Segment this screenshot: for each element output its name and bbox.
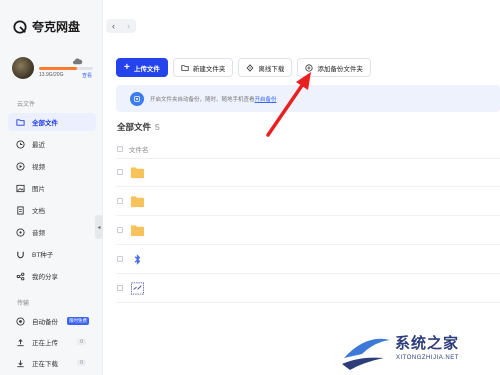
upload-icon bbox=[16, 338, 25, 347]
new-folder-button[interactable]: 新建文件夹 bbox=[172, 58, 234, 77]
bluetooth-file-icon bbox=[130, 252, 145, 267]
quark-logo-icon bbox=[13, 19, 27, 34]
upload-button[interactable]: + 上传文件 bbox=[116, 58, 168, 77]
sidebar-item-all-files[interactable]: 全部文件 bbox=[8, 113, 96, 131]
storage-text: 13.9G/20G bbox=[39, 72, 64, 78]
select-all-checkbox[interactable] bbox=[117, 145, 123, 152]
row-checkbox[interactable] bbox=[117, 285, 123, 291]
watermark-logo-icon bbox=[342, 338, 390, 370]
sidebar-item-label: BT种子 bbox=[32, 252, 54, 259]
sidebar-item-label: 视频 bbox=[32, 164, 45, 171]
avatar[interactable] bbox=[12, 57, 34, 79]
image-icon bbox=[16, 184, 25, 193]
sidebar-item-label: 全部文件 bbox=[32, 120, 58, 127]
video-icon bbox=[16, 161, 25, 171]
add-backup-folder-button[interactable]: 添加备份文件夹 bbox=[297, 58, 371, 77]
sidebar-item-label: 自动备份 bbox=[32, 319, 58, 326]
history-nav: ‹ › bbox=[106, 19, 136, 33]
download-icon bbox=[16, 359, 25, 368]
breadcrumb: 全部文件 5 bbox=[117, 121, 160, 133]
sidebar-item-label: 正在下载 bbox=[32, 361, 58, 368]
folder-icon bbox=[16, 118, 25, 127]
row-checkbox[interactable] bbox=[117, 227, 123, 233]
storage-view-link[interactable]: 查看 bbox=[82, 72, 92, 79]
chevron-left-icon: ◂ bbox=[97, 224, 101, 231]
storage-bar bbox=[39, 67, 93, 70]
sidebar-item-bt[interactable]: BT种子 bbox=[8, 245, 96, 263]
music-icon bbox=[16, 227, 25, 237]
offline-download-label: 离线下载 bbox=[258, 65, 285, 73]
watermark: 系统之家 XITONGZHIJIA.NET bbox=[340, 330, 500, 375]
clock-icon bbox=[16, 139, 25, 149]
folder-icon bbox=[130, 223, 145, 238]
upload-count: 0 bbox=[77, 339, 86, 345]
sidebar-item-label: 图片 bbox=[32, 186, 45, 193]
banner-text: 开启文件夹自动备份，随时、随地手机查看 bbox=[150, 96, 255, 103]
transfer-section-label: 传输 bbox=[17, 301, 30, 307]
sidebar-item-recent[interactable]: 最近 bbox=[8, 135, 96, 153]
folder-add-icon bbox=[181, 64, 189, 71]
table-row[interactable] bbox=[116, 274, 500, 303]
backup-icon bbox=[16, 316, 25, 326]
upload-button-label: 上传文件 bbox=[133, 65, 160, 73]
sidebar-item-my-share[interactable]: 我的分享 bbox=[8, 267, 96, 285]
offline-download-icon bbox=[247, 63, 254, 72]
watermark-url: XITONGZHIJIA.NET bbox=[396, 355, 459, 361]
page-title: 全部文件 bbox=[117, 122, 152, 132]
folder-icon bbox=[130, 165, 145, 180]
sidebar-item-audio[interactable]: 音频 bbox=[8, 223, 96, 241]
download-count: 0 bbox=[77, 360, 86, 366]
sidebar-item-auto-backup[interactable]: 自动备份 限时免费 bbox=[8, 312, 96, 330]
new-folder-label: 新建文件夹 bbox=[192, 65, 226, 73]
sidebar-item-label: 文档 bbox=[32, 208, 45, 215]
document-icon bbox=[16, 205, 25, 215]
share-icon bbox=[16, 272, 25, 281]
table-row[interactable] bbox=[116, 158, 500, 187]
sidebar-collapse-handle[interactable]: ◂ bbox=[95, 215, 103, 239]
backup-banner: 开启文件夹自动备份，随时、随地手机查看 开启备份 bbox=[116, 85, 500, 112]
sidebar: 夸克网盘 13.9G/20G 查看 云文件 全部文件 最近 视频 图片 文档 音… bbox=[0, 0, 103, 375]
row-checkbox[interactable] bbox=[117, 198, 123, 204]
table-row[interactable] bbox=[116, 187, 500, 216]
image-file-icon bbox=[130, 281, 145, 296]
file-count: 5 bbox=[155, 122, 160, 132]
back-arrow-icon[interactable]: ‹ bbox=[112, 21, 115, 31]
backup-banner-icon bbox=[130, 91, 144, 106]
sidebar-item-label: 正在上传 bbox=[32, 340, 58, 347]
toolbar: + 上传文件 新建文件夹 离线下载 添加备份文件夹 bbox=[116, 58, 371, 77]
sidebar-item-images[interactable]: 图片 bbox=[8, 179, 96, 197]
storage-fill bbox=[39, 67, 77, 70]
sidebar-item-video[interactable]: 视频 bbox=[8, 157, 96, 175]
sidebar-item-label: 音频 bbox=[32, 230, 45, 237]
cloud-upload-icon bbox=[73, 58, 83, 65]
sidebar-item-label: 最近 bbox=[32, 142, 45, 149]
row-checkbox[interactable] bbox=[117, 256, 123, 262]
forward-arrow-icon[interactable]: › bbox=[127, 21, 130, 31]
magnet-icon bbox=[16, 250, 25, 259]
table-row[interactable] bbox=[116, 245, 500, 274]
free-badge: 限时免费 bbox=[67, 317, 89, 325]
app-name: 夸克网盘 bbox=[32, 20, 81, 34]
sidebar-item-documents[interactable]: 文档 bbox=[8, 201, 96, 219]
watermark-title: 系统之家 bbox=[395, 335, 460, 352]
sidebar-item-uploading[interactable]: 正在上传 0 bbox=[8, 333, 96, 351]
offline-download-button[interactable]: 离线下载 bbox=[238, 58, 293, 77]
cloud-section-label: 云文件 bbox=[17, 102, 36, 108]
brand: 夸克网盘 bbox=[13, 18, 80, 35]
banner-enable-backup-link[interactable]: 开启备份 bbox=[255, 95, 277, 103]
sidebar-item-downloading[interactable]: 正在下载 0 bbox=[8, 354, 96, 372]
plus-icon: + bbox=[124, 61, 130, 73]
file-list-header: 文件名 bbox=[116, 139, 500, 159]
column-filename[interactable]: 文件名 bbox=[129, 144, 149, 154]
table-row[interactable] bbox=[116, 216, 500, 245]
backup-add-icon bbox=[305, 63, 313, 72]
folder-icon bbox=[130, 194, 145, 209]
row-checkbox[interactable] bbox=[117, 169, 123, 175]
add-backup-folder-label: 添加备份文件夹 bbox=[317, 65, 363, 73]
sidebar-item-label: 我的分享 bbox=[32, 274, 58, 281]
